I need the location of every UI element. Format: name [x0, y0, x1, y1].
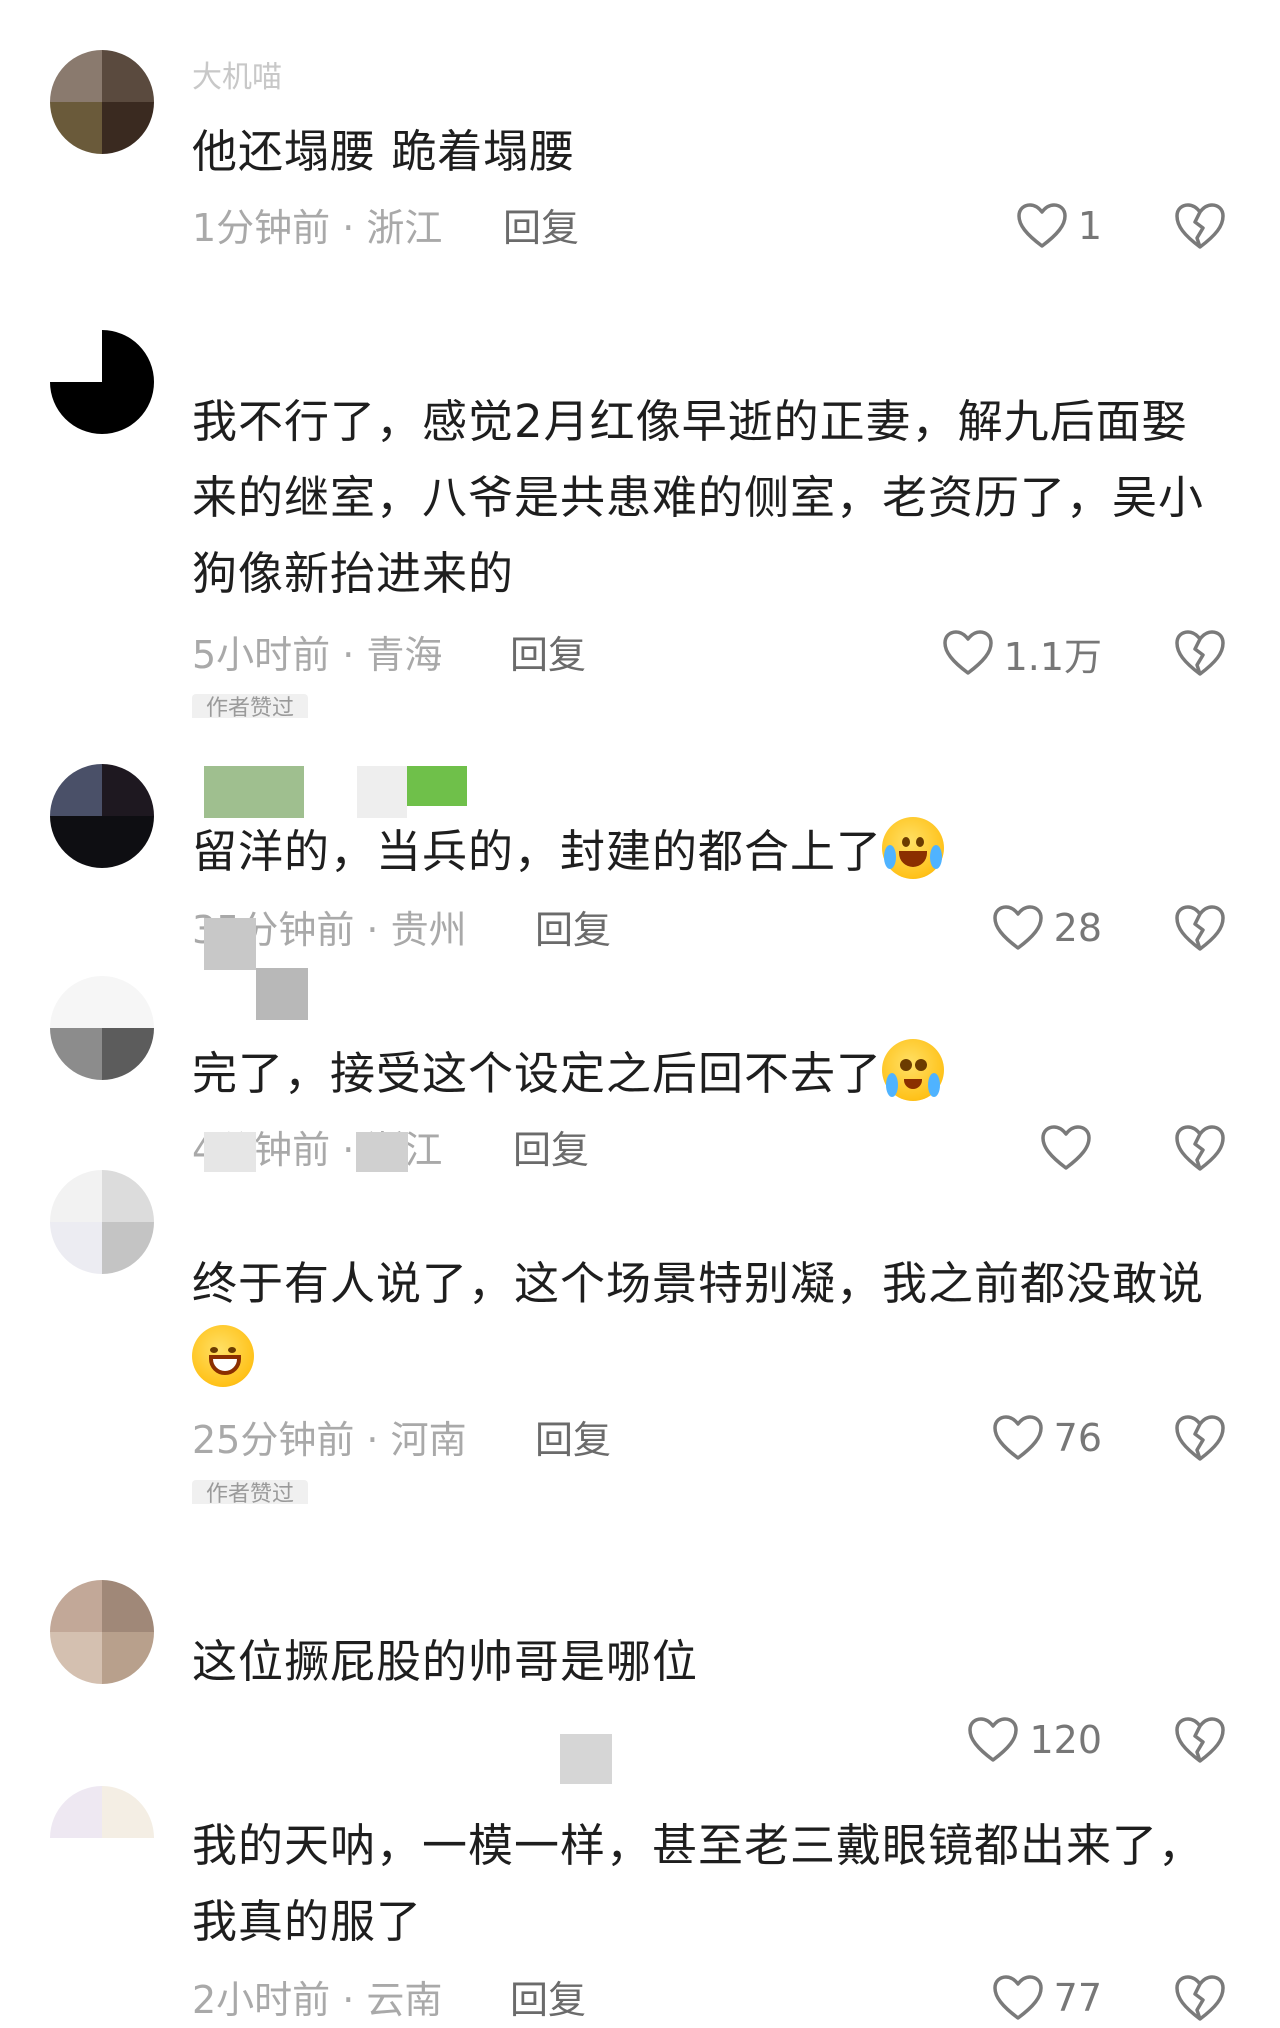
heart-outline-icon	[992, 1414, 1044, 1462]
like-count: 1.1万	[1003, 634, 1102, 679]
meta-mosaic	[560, 1734, 612, 1784]
dislike-button[interactable]	[1173, 1412, 1227, 1464]
reply-button[interactable]: 回复	[535, 902, 611, 958]
username-mosaic	[357, 766, 407, 818]
like-count: 77	[1053, 1976, 1102, 2020]
heart-outline-icon	[967, 1716, 1019, 1764]
avatar[interactable]	[50, 976, 154, 1080]
dislike-button[interactable]	[1173, 627, 1227, 679]
like-button[interactable]: 76	[992, 1408, 1102, 1468]
comment-text: 我的天呐，一模一样，甚至老三戴眼镜都出来了，我真的服了	[192, 1819, 1205, 1948]
username-mosaic	[407, 766, 467, 806]
author-liked-tag: 作者赞过	[192, 694, 309, 718]
comment-text: 他还塌腰 跪着塌腰	[192, 125, 576, 178]
like-count: 1	[1077, 204, 1102, 248]
like-button[interactable]: 1	[1016, 196, 1102, 256]
comment-text: 完了，接受这个设定之后回不去了	[192, 1036, 1232, 1112]
author-liked-tag: 作者赞过	[192, 1480, 309, 1504]
like-count: 28	[1053, 906, 1102, 950]
broken-heart-icon	[1173, 902, 1227, 954]
grinning-emoji-icon	[192, 1325, 254, 1387]
meta-mosaic	[204, 918, 256, 970]
dislike-button[interactable]	[1173, 902, 1227, 954]
comment-text-body: 完了，接受这个设定之后回不去了	[192, 1047, 883, 1100]
broken-heart-icon	[1173, 1122, 1227, 1174]
comment-meta: 1分钟前 · 浙江	[192, 206, 443, 250]
dislike-button[interactable]	[1173, 1714, 1227, 1766]
heart-outline-icon	[942, 629, 994, 677]
comment-meta: 25分钟前 · 河南	[192, 1418, 467, 1462]
dislike-button[interactable]	[1173, 1972, 1227, 2024]
like-button[interactable]: 77	[992, 1968, 1102, 2028]
reply-button[interactable]: 回复	[503, 200, 579, 256]
avatar[interactable]	[50, 1580, 154, 1684]
reply-button[interactable]: 回复	[513, 1122, 589, 1178]
broken-heart-icon	[1173, 1714, 1227, 1766]
broken-heart-icon	[1173, 1972, 1227, 2024]
comment-text: 这位撅屁股的帅哥是哪位	[192, 1635, 699, 1688]
avatar[interactable]	[50, 764, 154, 868]
pleading-tears-emoji-icon	[882, 1039, 945, 1101]
laughing-crying-emoji-icon	[882, 817, 945, 879]
meta-mosaic	[204, 1132, 256, 1172]
comment-text-body: 终于有人说了，这个场景特别凝，我之前都没敢说	[192, 1257, 1205, 1310]
broken-heart-icon	[1173, 200, 1227, 252]
like-count: 76	[1053, 1416, 1102, 1460]
comment-meta: 5小时前 · 青海	[192, 633, 443, 677]
username-mosaic	[204, 766, 304, 818]
heart-outline-icon	[992, 904, 1044, 952]
broken-heart-icon	[1173, 627, 1227, 679]
username-mosaic	[256, 968, 308, 1020]
comment-text: 终于有人说了，这个场景特别凝，我之前都没敢说	[192, 1246, 1232, 1398]
like-button[interactable]: 1.1万	[942, 623, 1102, 683]
comment-text: 我不行了，感觉2月红像早逝的正妻，解九后面娶来的继室，八爷是共患难的侧室，老资历…	[192, 395, 1205, 600]
comment-text-body: 留洋的，当兵的，封建的都合上了	[192, 825, 883, 878]
heart-outline-icon	[1040, 1124, 1092, 1172]
reply-button[interactable]: 回复	[510, 627, 586, 683]
avatar[interactable]	[50, 1786, 154, 1890]
like-button[interactable]	[1040, 1118, 1102, 1178]
comment-meta: 2小时前 · 云南	[192, 1978, 443, 2022]
reply-button[interactable]: 回复	[535, 1412, 611, 1468]
heart-outline-icon	[992, 1974, 1044, 2022]
username[interactable]: 大机喵	[192, 56, 282, 100]
heart-outline-icon	[1016, 202, 1068, 250]
avatar[interactable]	[50, 330, 154, 434]
reply-button[interactable]: 回复	[510, 1972, 586, 2028]
like-button[interactable]: 120	[967, 1710, 1102, 1770]
broken-heart-icon	[1173, 1412, 1227, 1464]
avatar[interactable]	[50, 1170, 154, 1274]
dislike-button[interactable]	[1173, 200, 1227, 252]
comment-text: 留洋的，当兵的，封建的都合上了	[192, 814, 1232, 890]
avatar[interactable]	[50, 50, 154, 154]
like-count: 120	[1029, 1718, 1102, 1762]
like-button[interactable]: 28	[992, 898, 1102, 958]
meta-mosaic	[356, 1132, 408, 1172]
dislike-button[interactable]	[1173, 1122, 1227, 1174]
